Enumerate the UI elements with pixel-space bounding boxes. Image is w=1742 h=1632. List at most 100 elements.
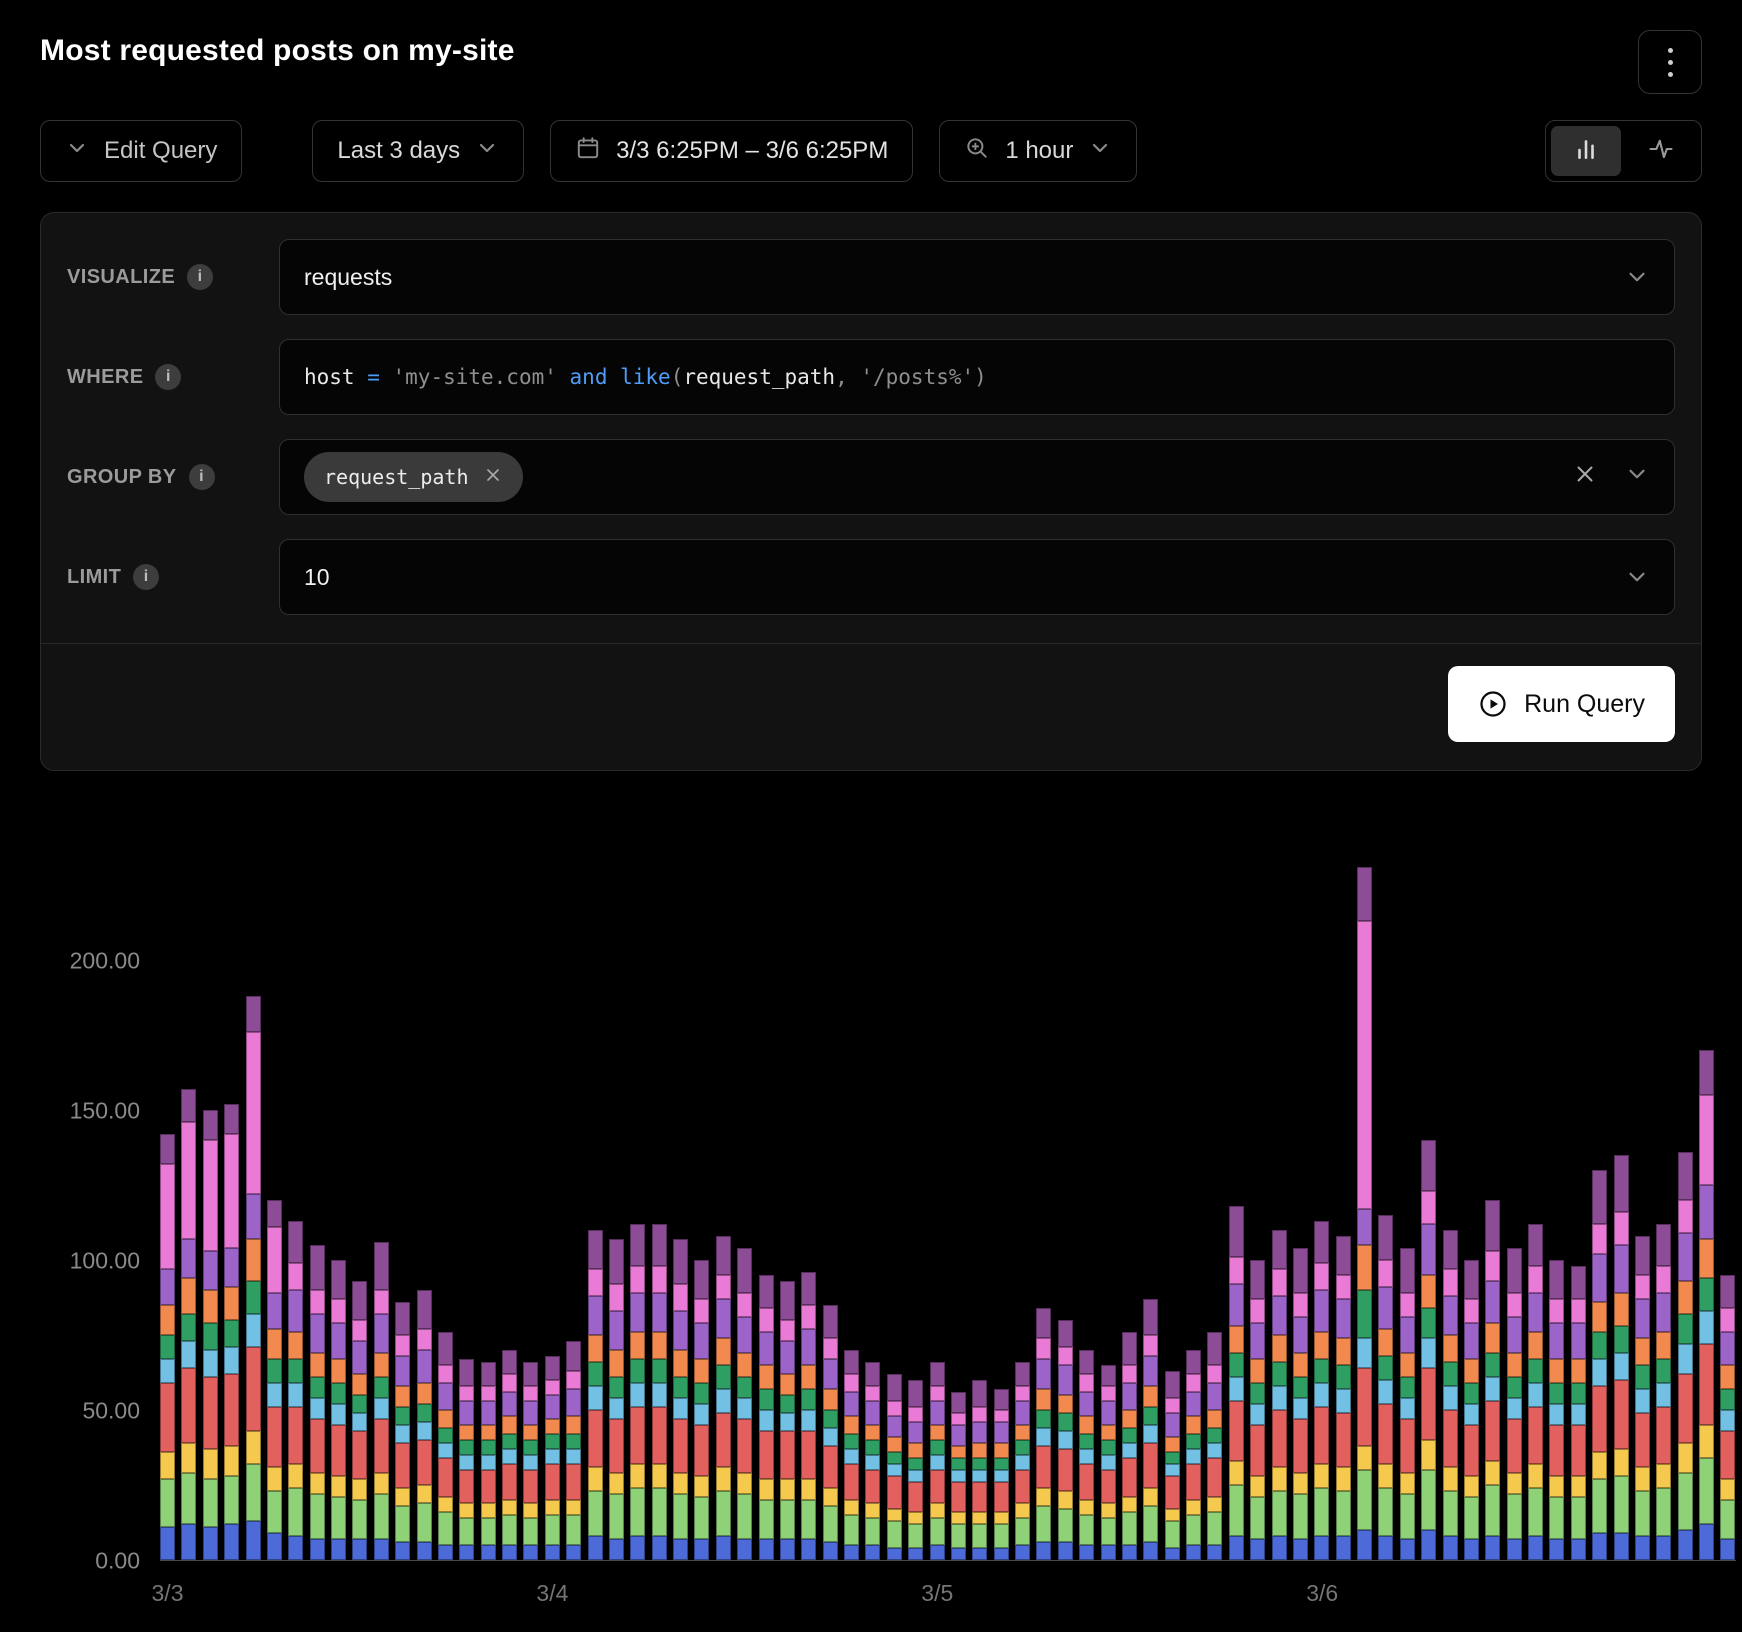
more-options-button[interactable] [1638,30,1702,94]
stacked-bar[interactable] [1336,1236,1351,1560]
stacked-bar[interactable] [1678,1152,1693,1560]
info-icon[interactable]: i [187,264,213,290]
stacked-bar[interactable] [395,1302,410,1560]
stacked-bar[interactable] [951,1392,966,1560]
stacked-bar[interactable] [1314,1221,1329,1560]
stacked-bar[interactable] [1378,1215,1393,1560]
group-by-chip[interactable]: request_path [304,452,523,502]
stacked-bar[interactable] [609,1239,624,1560]
stacked-bar[interactable] [438,1332,453,1560]
visualize-select[interactable]: requests [279,239,1675,315]
stacked-bar[interactable] [994,1389,1009,1560]
stacked-bar[interactable] [1571,1266,1586,1560]
remove-chip-icon[interactable] [483,465,503,490]
run-query-button[interactable]: Run Query [1448,666,1675,742]
stacked-bar[interactable] [844,1350,859,1560]
stacked-bar[interactable] [1229,1206,1244,1560]
stacked-bar[interactable] [1507,1248,1522,1560]
stacked-bar[interactable] [1592,1170,1607,1560]
stacked-bar[interactable] [1165,1371,1180,1560]
stacked-bar[interactable] [502,1350,517,1560]
stacked-bar[interactable] [1186,1350,1201,1560]
info-icon[interactable]: i [189,464,215,490]
stacked-bar[interactable] [1293,1248,1308,1560]
stacked-bar[interactable] [267,1200,282,1560]
bar-segment-series-purple [630,1293,645,1332]
stacked-bar[interactable] [1720,1275,1735,1560]
stacked-bar[interactable] [545,1356,560,1560]
stacked-bar[interactable] [1549,1260,1564,1560]
stacked-bar[interactable] [1357,867,1372,1560]
stacked-bar[interactable] [1528,1224,1543,1560]
info-icon[interactable]: i [155,364,181,390]
stacked-bar[interactable] [1464,1260,1479,1560]
stacked-bar[interactable] [759,1275,774,1560]
stacked-bar[interactable] [1400,1248,1415,1560]
info-icon[interactable]: i [133,564,159,590]
stacked-bar[interactable] [203,1110,218,1560]
group-by-select[interactable]: request_path [279,439,1675,515]
bar-segment-series-light-green [588,1491,603,1536]
stacked-bar[interactable] [694,1260,709,1560]
stacked-bar[interactable] [1207,1332,1222,1560]
stacked-bar[interactable] [181,1089,196,1560]
stacked-bar[interactable] [523,1362,538,1560]
stacked-bar[interactable] [374,1242,389,1560]
stacked-bar[interactable] [652,1224,667,1560]
date-range-button[interactable]: 3/3 6:25PM – 3/6 6:25PM [550,120,913,182]
stacked-bar[interactable] [972,1380,987,1560]
stacked-bar[interactable] [288,1221,303,1560]
stacked-bar[interactable] [160,1134,175,1560]
stacked-bar[interactable] [865,1362,880,1560]
stacked-bar[interactable] [352,1281,367,1560]
stacked-bar[interactable] [1485,1200,1500,1560]
stacked-bar[interactable] [823,1305,838,1560]
granularity-dropdown[interactable]: 1 hour [939,120,1137,182]
line-chart-toggle[interactable] [1626,126,1696,176]
stacked-bar[interactable] [1443,1230,1458,1560]
stacked-bar[interactable] [566,1341,581,1560]
stacked-bar[interactable] [1143,1299,1158,1560]
stacked-bar[interactable] [331,1260,346,1560]
stacked-bar[interactable] [1122,1332,1137,1560]
stacked-bar[interactable] [716,1236,731,1560]
time-range-dropdown[interactable]: Last 3 days [312,120,524,182]
bar-segment-series-pink [1592,1224,1607,1254]
stacked-bar[interactable] [1079,1350,1094,1560]
bar-segment-series-light-green [459,1518,474,1545]
where-input[interactable]: host = 'my-site.com' and like(request_pa… [279,339,1675,415]
stacked-bar[interactable] [930,1362,945,1560]
stacked-bar[interactable] [801,1272,816,1560]
stacked-bar[interactable] [1699,1050,1714,1560]
stacked-bar[interactable] [588,1230,603,1560]
bar-segment-series-yellow [1421,1440,1436,1470]
stacked-bar[interactable] [1421,1140,1436,1560]
stacked-bar[interactable] [887,1374,902,1560]
stacked-bar[interactable] [908,1380,923,1560]
stacked-bar[interactable] [1101,1365,1116,1560]
stacked-bar[interactable] [737,1248,752,1560]
stacked-bar[interactable] [1015,1362,1030,1560]
bar-chart-toggle[interactable] [1551,126,1621,176]
stacked-bar[interactable] [1635,1236,1650,1560]
stacked-bar[interactable] [481,1362,496,1560]
stacked-bar[interactable] [246,996,261,1560]
stacked-bar[interactable] [1036,1308,1051,1560]
stacked-bar[interactable] [1272,1230,1287,1560]
stacked-bar[interactable] [630,1224,645,1560]
bar-segment-series-yellow [481,1503,496,1518]
stacked-bar[interactable] [310,1245,325,1560]
stacked-bar[interactable] [459,1359,474,1560]
stacked-bar[interactable] [1250,1260,1265,1560]
stacked-bar[interactable] [1058,1320,1073,1560]
clear-group-by-icon[interactable] [1572,461,1598,493]
stacked-bar[interactable] [1614,1155,1629,1560]
limit-select[interactable]: 10 [279,539,1675,615]
stacked-bar[interactable] [417,1290,432,1560]
stacked-bar[interactable] [1656,1224,1671,1560]
stacked-bar[interactable] [780,1281,795,1560]
bar-segment-series-light-green [395,1506,410,1542]
stacked-bar[interactable] [224,1104,239,1560]
stacked-bar[interactable] [673,1239,688,1560]
edit-query-button[interactable]: Edit Query [40,120,242,182]
